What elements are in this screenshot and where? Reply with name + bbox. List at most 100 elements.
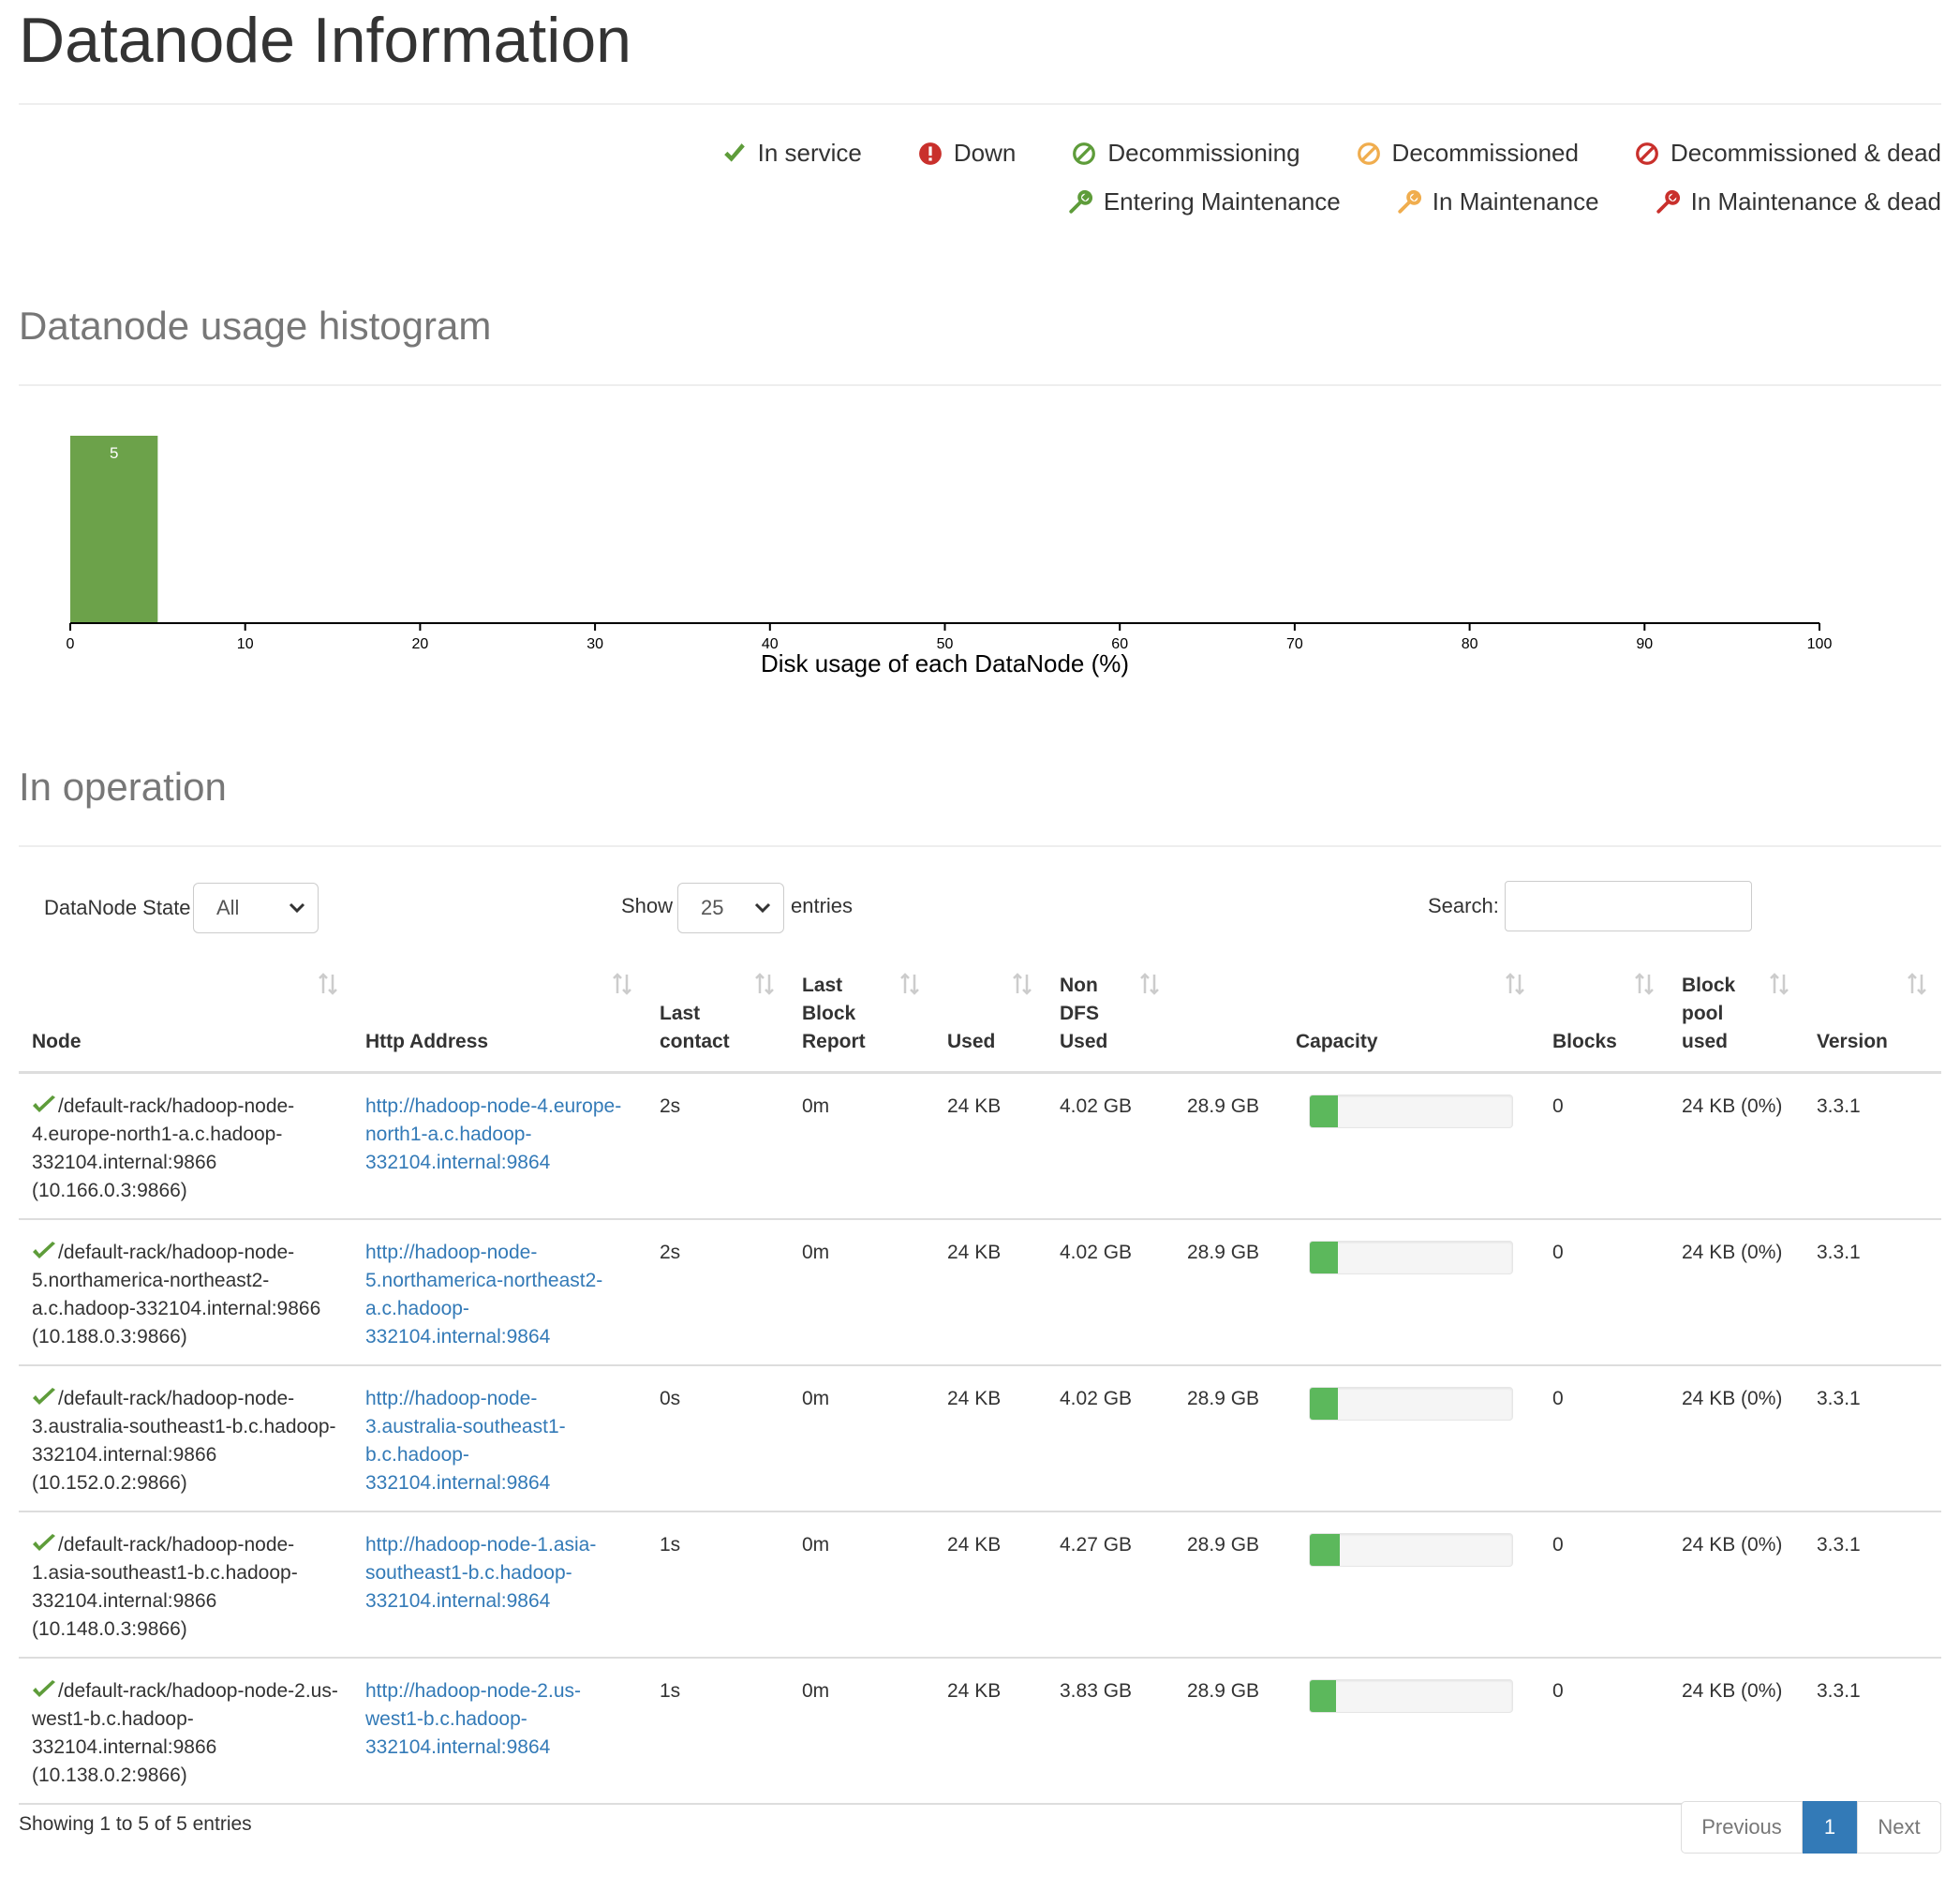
header-label: Http Address xyxy=(365,1030,489,1052)
divider xyxy=(19,384,1941,386)
http-address-link[interactable]: http://hadoop-node-3.australia-southeast… xyxy=(365,1388,566,1494)
capacity-progress-fill xyxy=(1310,1679,1337,1712)
next-page-button[interactable]: Next xyxy=(1857,1801,1941,1854)
entries-per-page-select[interactable]: 25 xyxy=(677,883,784,933)
column-header-used[interactable]: Used xyxy=(934,956,1047,1074)
histogram-tick-label: 90 xyxy=(1636,636,1653,652)
histogram-x-axis-label: Disk usage of each DataNode (%) xyxy=(761,649,1129,677)
last-block-report-cell: 0m xyxy=(789,1072,934,1220)
blocks-cell: 0 xyxy=(1539,1364,1669,1512)
column-header-non-dfs-used[interactable]: Non DFS Used xyxy=(1047,956,1174,1074)
node-name: /default-rack/hadoop-node-1.asia-southea… xyxy=(32,1533,298,1640)
header-label: Node xyxy=(32,1030,82,1052)
non-dfs-used-cell: 4.02 GB xyxy=(1047,1072,1174,1220)
table-row: /default-rack/hadoop-node-3.australia-so… xyxy=(19,1364,1941,1512)
check-icon xyxy=(33,1533,55,1551)
capacity-text-cell: 28.9 GB xyxy=(1174,1511,1296,1659)
version-cell: 3.3.1 xyxy=(1804,1364,1941,1512)
header-label: Version xyxy=(1817,1030,1888,1052)
histogram-tick-label: 70 xyxy=(1286,636,1303,652)
pagination: Previous 1 Next xyxy=(1681,1801,1941,1854)
column-header-version[interactable]: Version xyxy=(1804,956,1941,1074)
histogram-tick-label: 80 xyxy=(1462,636,1478,652)
capacity-progress-fill xyxy=(1310,1533,1341,1566)
capacity-text-cell: 28.9 GB xyxy=(1174,1218,1296,1366)
table-row: /default-rack/hadoop-node-1.asia-southea… xyxy=(19,1511,1941,1659)
legend-label: In Maintenance & dead xyxy=(1690,187,1941,216)
histogram-tick-label: 100 xyxy=(1807,636,1833,652)
table-header-row: Node Http Address Last contact Last Bloc… xyxy=(19,956,1941,1074)
last-contact-cell: 1s xyxy=(646,1511,789,1659)
http-address-link[interactable]: http://hadoop-node-2.us-west1-b.c.hadoop… xyxy=(365,1680,581,1758)
chevron-down-icon xyxy=(289,902,305,914)
search-input[interactable] xyxy=(1505,881,1752,931)
datanode-state-select[interactable]: All xyxy=(193,883,319,933)
legend-row-1: In service Down Decommissioning Decommis… xyxy=(722,139,1941,168)
check-icon xyxy=(33,1387,55,1405)
legend-decommissioning: Decommissioning xyxy=(1072,139,1300,168)
histogram-tick-label: 0 xyxy=(67,636,75,652)
blocks-cell: 0 xyxy=(1539,1072,1669,1220)
block-pool-used-cell: 24 KB (0%) xyxy=(1669,1657,1804,1805)
wrench-icon xyxy=(1656,189,1680,214)
http-address-link[interactable]: http://hadoop-node-4.europe-north1-a.c.h… xyxy=(365,1095,621,1173)
entries-per-page-value: 25 xyxy=(701,896,724,919)
capacity-bar-cell xyxy=(1296,1364,1539,1512)
column-header-blocks[interactable]: Blocks xyxy=(1539,956,1669,1074)
non-dfs-used-cell: 4.27 GB xyxy=(1047,1511,1174,1659)
legend-label: In Maintenance xyxy=(1432,187,1599,216)
block-pool-used-cell: 24 KB (0%) xyxy=(1669,1072,1804,1220)
datanode-state-label: DataNode State xyxy=(44,896,191,919)
column-header-last-block-report[interactable]: Last Block Report xyxy=(789,956,934,1074)
legend-label: Entering Maintenance xyxy=(1103,187,1341,216)
table-row: /default-rack/hadoop-node-5.northamerica… xyxy=(19,1218,1941,1366)
node-cell: /default-rack/hadoop-node-2.us-west1-b.c… xyxy=(19,1657,352,1805)
datanode-state-value: All xyxy=(216,896,240,919)
capacity-progress-bar xyxy=(1309,1240,1513,1274)
legend-down: Down xyxy=(918,139,1016,168)
header-label: Non DFS Used xyxy=(1060,974,1108,1052)
page-title: Datanode Information xyxy=(19,5,631,76)
histogram-tick-label: 30 xyxy=(587,636,603,652)
version-cell: 3.3.1 xyxy=(1804,1511,1941,1659)
column-header-block-pool-used[interactable]: Block pool used xyxy=(1669,956,1804,1074)
capacity-text-cell: 28.9 GB xyxy=(1174,1657,1296,1805)
previous-page-button[interactable]: Previous xyxy=(1681,1801,1803,1854)
node-cell: /default-rack/hadoop-node-3.australia-so… xyxy=(19,1364,352,1512)
used-cell: 24 KB xyxy=(934,1218,1047,1366)
blocks-cell: 0 xyxy=(1539,1657,1669,1805)
entries-label: entries xyxy=(791,894,854,917)
sort-icon xyxy=(1013,973,1032,995)
legend-in-service: In service xyxy=(722,139,862,168)
version-cell: 3.3.1 xyxy=(1804,1218,1941,1366)
http-address-cell: http://hadoop-node-4.europe-north1-a.c.h… xyxy=(352,1072,646,1220)
legend-decommissioned-dead: Decommissioned & dead xyxy=(1635,139,1941,168)
used-cell: 24 KB xyxy=(934,1511,1047,1659)
legend-in-maintenance: In Maintenance xyxy=(1397,187,1599,216)
column-header-http-address[interactable]: Http Address xyxy=(352,956,646,1074)
block-pool-used-cell: 24 KB (0%) xyxy=(1669,1218,1804,1366)
http-address-link[interactable]: http://hadoop-node-1.asia-southeast1-b.c… xyxy=(365,1534,596,1612)
non-dfs-used-cell: 3.83 GB xyxy=(1047,1657,1174,1805)
version-cell: 3.3.1 xyxy=(1804,1657,1941,1805)
capacity-progress-fill xyxy=(1310,1094,1339,1127)
http-address-cell: http://hadoop-node-1.asia-southeast1-b.c… xyxy=(352,1511,646,1659)
column-header-last-contact[interactable]: Last contact xyxy=(646,956,789,1074)
table-row: /default-rack/hadoop-node-2.us-west1-b.c… xyxy=(19,1657,1941,1805)
used-cell: 24 KB xyxy=(934,1072,1047,1220)
capacity-bar-cell xyxy=(1296,1511,1539,1659)
header-label: Last contact xyxy=(660,1002,730,1052)
legend-row-2: Entering Maintenance In Maintenance In M… xyxy=(1068,187,1941,216)
node-cell: /default-rack/hadoop-node-1.asia-southea… xyxy=(19,1511,352,1659)
legend-label: Down xyxy=(953,139,1017,167)
last-contact-cell: 2s xyxy=(646,1218,789,1366)
non-dfs-used-cell: 4.02 GB xyxy=(1047,1364,1174,1512)
histogram-title: Datanode usage histogram xyxy=(19,304,492,348)
http-address-link[interactable]: http://hadoop-node-5.northamerica-northe… xyxy=(365,1242,602,1348)
column-header-node[interactable]: Node xyxy=(19,956,352,1074)
page-1-button[interactable]: 1 xyxy=(1803,1801,1857,1854)
column-header-capacity[interactable]: Capacity xyxy=(1174,956,1539,1074)
show-label: Show xyxy=(621,894,674,917)
http-address-cell: http://hadoop-node-3.australia-southeast… xyxy=(352,1364,646,1512)
non-dfs-used-cell: 4.02 GB xyxy=(1047,1218,1174,1366)
